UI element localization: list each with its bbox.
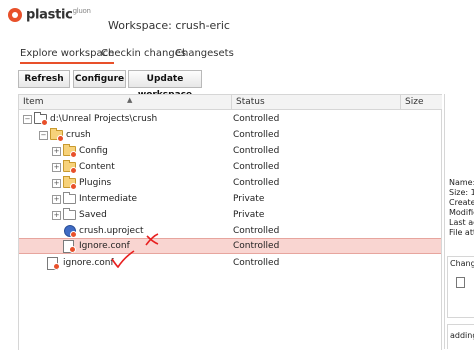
main-tabs: Explore workspace Checkin changes Change… bbox=[0, 44, 474, 64]
detail-name-label: Name: bbox=[449, 178, 474, 187]
item-status: Controlled bbox=[233, 162, 280, 172]
tab-checkin-changes[interactable]: Checkin changes bbox=[101, 48, 186, 59]
expand-icon[interactable]: + bbox=[52, 163, 61, 172]
table-row[interactable]: − crush Controlled bbox=[19, 127, 441, 143]
controlled-badge-icon bbox=[70, 231, 77, 238]
item-name: Saved bbox=[79, 210, 107, 220]
item-name: d:\Unreal Projects\crush bbox=[50, 114, 158, 124]
item-status: Controlled bbox=[233, 226, 280, 236]
refresh-button[interactable]: Refresh bbox=[18, 70, 70, 88]
controlled-badge-icon bbox=[70, 167, 77, 174]
configure-button[interactable]: Configure bbox=[73, 70, 126, 88]
plastic-logo-icon bbox=[8, 8, 22, 22]
column-header-size[interactable]: Size bbox=[400, 95, 442, 110]
collapse-icon[interactable]: − bbox=[39, 131, 48, 140]
table-row[interactable]: + Intermediate Private bbox=[19, 191, 441, 207]
item-status: Private bbox=[233, 210, 265, 220]
item-name: Plugins bbox=[79, 178, 112, 188]
item-status: Controlled bbox=[233, 241, 280, 251]
document-icon bbox=[456, 277, 465, 288]
detail-modified-label: Modifie bbox=[449, 208, 474, 217]
detail-last-access-label: Last ac bbox=[449, 218, 474, 227]
controlled-badge-icon bbox=[53, 263, 60, 270]
table-row[interactable]: crush.uproject Controlled bbox=[19, 223, 441, 239]
expand-icon[interactable]: + bbox=[52, 195, 61, 204]
workspace-tree-grid: Item ▲ Status Size − d:\Unreal Projects\… bbox=[18, 94, 442, 350]
expand-icon[interactable]: + bbox=[52, 147, 61, 156]
expand-icon[interactable]: + bbox=[52, 179, 61, 188]
controlled-badge-icon bbox=[70, 151, 77, 158]
detail-size-label: Size: 11 bbox=[449, 188, 474, 197]
detail-created-label: Create bbox=[449, 198, 474, 207]
column-header-status[interactable]: Status bbox=[231, 95, 401, 110]
app-logo-sub: gluon bbox=[72, 7, 91, 15]
app-header: plasticgluon Workspace: crush-eric bbox=[0, 0, 474, 42]
controlled-badge-icon bbox=[69, 246, 76, 253]
workspace-title: Workspace: crush-eric bbox=[108, 19, 230, 32]
item-name: ignore.conf bbox=[63, 258, 114, 268]
item-status: Controlled bbox=[233, 130, 280, 140]
tab-changesets[interactable]: Changesets bbox=[175, 48, 234, 59]
table-row-selected[interactable]: Ignore.conf Controlled bbox=[19, 238, 441, 254]
expand-icon[interactable]: + bbox=[52, 211, 61, 220]
table-row[interactable]: − d:\Unreal Projects\crush Controlled bbox=[19, 111, 441, 127]
toolbar: Refresh Configure Update workspace bbox=[0, 66, 474, 100]
details-panel: Name: Size: 11 Create Modifie Last ac Fi… bbox=[444, 94, 474, 349]
controlled-badge-icon bbox=[57, 135, 64, 142]
comment-box[interactable]: adding bbox=[447, 324, 474, 349]
collapse-icon[interactable]: − bbox=[23, 115, 32, 124]
item-name: Content bbox=[79, 162, 115, 172]
sort-arrow-icon: ▲ bbox=[127, 96, 133, 104]
update-workspace-button[interactable]: Update workspace bbox=[128, 70, 202, 100]
item-name: Intermediate bbox=[79, 194, 138, 204]
item-status: Controlled bbox=[233, 178, 280, 188]
item-name: crush.uproject bbox=[79, 226, 144, 236]
item-name: Config bbox=[79, 146, 108, 156]
item-status: Controlled bbox=[233, 258, 280, 268]
table-row[interactable]: + Plugins Controlled bbox=[19, 175, 441, 191]
private-folder-icon bbox=[63, 208, 76, 220]
item-status: Private bbox=[233, 194, 265, 204]
item-status: Controlled bbox=[233, 114, 280, 124]
table-row[interactable]: + Saved Private bbox=[19, 207, 441, 223]
app-logo-text: plasticgluon bbox=[26, 7, 91, 23]
changes-label: Chang bbox=[450, 259, 474, 268]
red-x-annotation-icon bbox=[145, 233, 159, 246]
item-status: Controlled bbox=[233, 146, 280, 156]
detail-file-attr-label: File attr bbox=[449, 228, 474, 237]
table-row[interactable]: + Config Controlled bbox=[19, 143, 441, 159]
adding-label: adding bbox=[450, 331, 474, 340]
red-check-annotation-icon bbox=[111, 250, 135, 268]
changes-box: Chang bbox=[447, 256, 474, 318]
controlled-badge-icon bbox=[70, 183, 77, 190]
controlled-badge-icon bbox=[41, 119, 48, 126]
item-name: crush bbox=[66, 130, 91, 140]
table-row[interactable]: ignore.conf Controlled bbox=[19, 255, 441, 271]
table-row[interactable]: + Content Controlled bbox=[19, 159, 441, 175]
private-folder-icon bbox=[63, 192, 76, 204]
column-header-item[interactable]: Item ▲ bbox=[19, 95, 235, 110]
